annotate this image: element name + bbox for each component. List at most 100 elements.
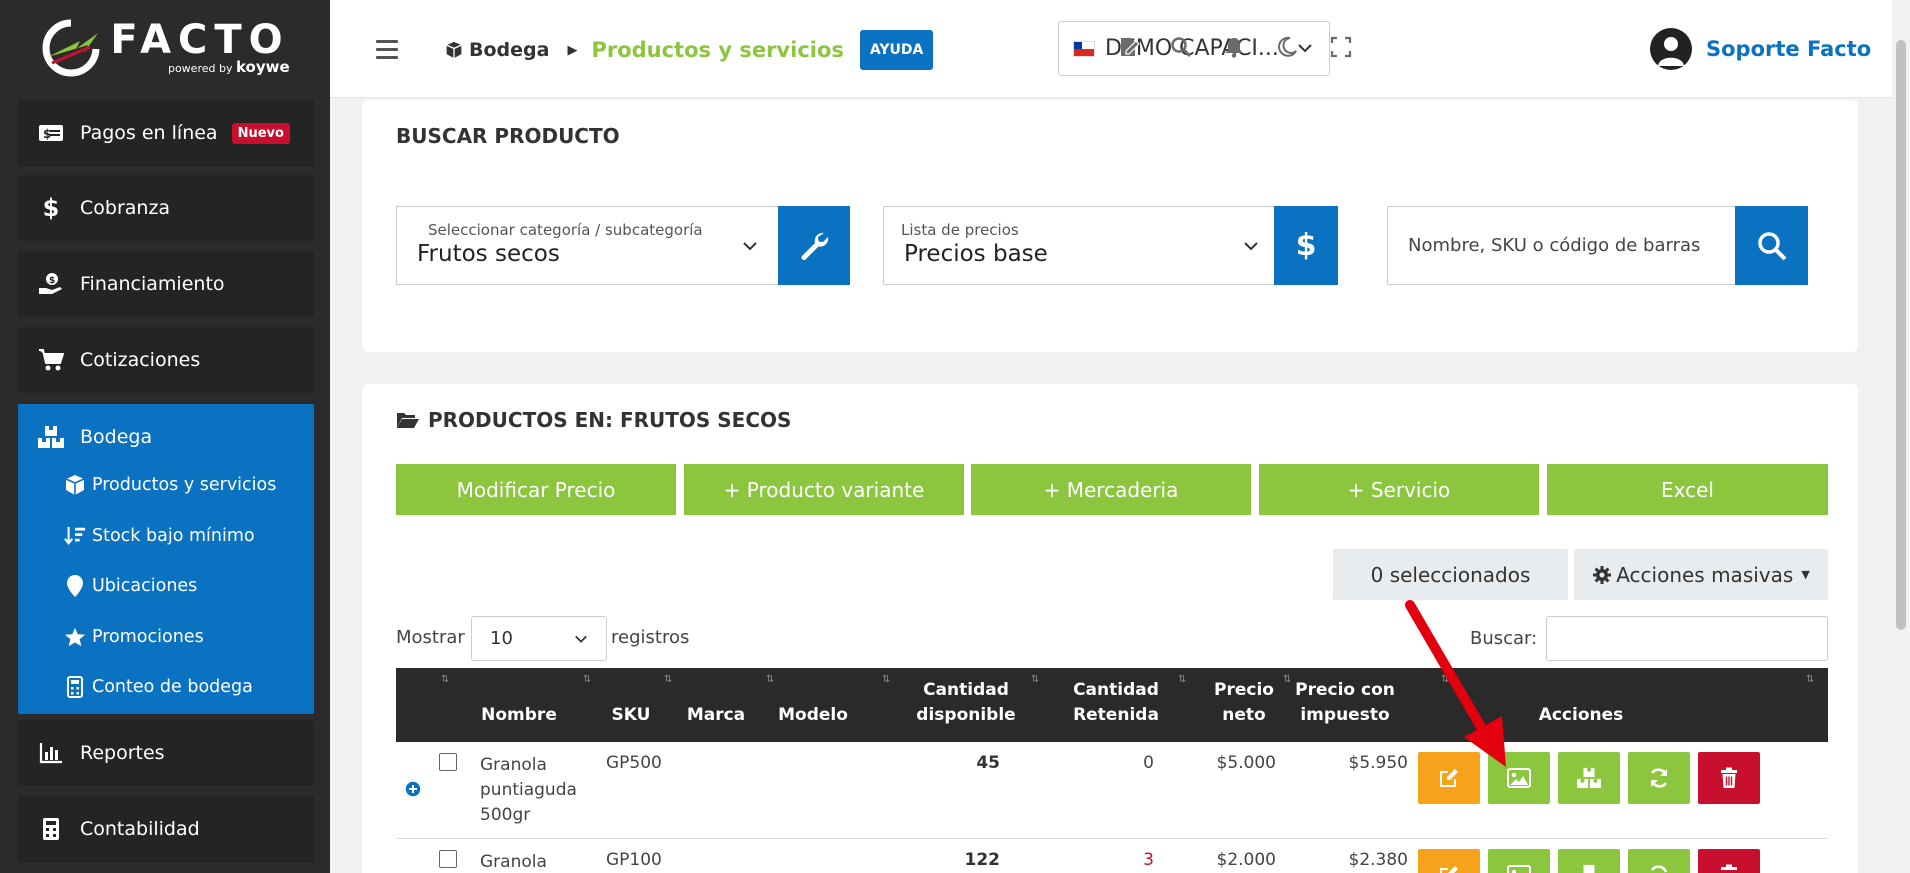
- stock-button[interactable]: [1558, 752, 1620, 804]
- delete-button[interactable]: [1698, 849, 1760, 873]
- calculator-icon: [64, 676, 86, 698]
- pricelist-dollar-button[interactable]: $: [1274, 206, 1338, 285]
- new-badge: Nuevo: [231, 122, 290, 144]
- sidebar-item-label: Pagos en línea: [80, 122, 218, 144]
- table-search-input[interactable]: [1546, 616, 1828, 661]
- sidebar-item-contabilidad[interactable]: Contabilidad: [18, 796, 314, 862]
- fullscreen-icon[interactable]: [1330, 36, 1352, 58]
- sidebar-subitem-ubicaciones[interactable]: Ubicaciones: [64, 566, 197, 606]
- breadcrumb-root[interactable]: Bodega: [445, 39, 549, 61]
- col-marca[interactable]: Marca: [676, 678, 756, 728]
- sidebar-subitem-label: Promociones: [92, 627, 204, 647]
- dollar-icon: $: [42, 194, 60, 222]
- caret-right-icon: ▶: [567, 42, 578, 58]
- scrollbar-thumb[interactable]: [1896, 40, 1906, 630]
- sync-button[interactable]: [1628, 849, 1690, 873]
- sidebar-subitem-conteo[interactable]: Conteo de bodega: [64, 667, 253, 707]
- col-nombre[interactable]: Nombre: [464, 678, 574, 728]
- col-cantidad-disponible[interactable]: Cantidad disponible: [916, 678, 1016, 728]
- sidebar-item-reportes[interactable]: Reportes: [18, 720, 314, 786]
- folder-open-icon: [397, 413, 419, 428]
- delete-button[interactable]: [1698, 752, 1760, 804]
- col-modelo[interactable]: Modelo: [773, 678, 853, 728]
- user-menu[interactable]: Soporte Facto: [1650, 28, 1871, 70]
- user-name: Soporte Facto: [1706, 37, 1872, 61]
- sort-icon[interactable]: ⇅: [882, 674, 890, 685]
- page-size-value: 10: [490, 628, 513, 649]
- sort-icon[interactable]: ⇅: [1031, 674, 1039, 685]
- sidebar-item-financiamiento[interactable]: $ Financiamiento: [18, 251, 314, 317]
- sidebar-subitem-label: Stock bajo mínimo: [92, 526, 255, 546]
- product-name[interactable]: Granola puntiaguda 500gr: [480, 753, 577, 828]
- search-product-card: BUSCAR PRODUCTO Seleccionar categoría / …: [362, 100, 1858, 352]
- col-precio-impuesto[interactable]: Precio con impuesto: [1290, 678, 1400, 728]
- pricelist-value: Precios base: [904, 241, 1048, 267]
- sync-button[interactable]: [1628, 752, 1690, 804]
- images-button[interactable]: [1488, 849, 1550, 873]
- top-header: Bodega ▶ Productos y servicios AYUDA DEM…: [330, 0, 1910, 98]
- sidebar-item-pagos[interactable]: $ Pagos en línea Nuevo: [18, 100, 314, 166]
- help-button[interactable]: AYUDA: [859, 30, 934, 70]
- sidebar-item-cotizaciones[interactable]: Cotizaciones: [18, 327, 314, 393]
- bulk-actions-button[interactable]: Acciones masivas ▼: [1574, 549, 1828, 600]
- excel-button[interactable]: Excel: [1547, 464, 1828, 515]
- category-settings-button[interactable]: [778, 206, 850, 285]
- expand-plus-icon[interactable]: [404, 780, 422, 798]
- net-price: $2.000: [1216, 850, 1276, 870]
- search-card-title: BUSCAR PRODUCTO: [396, 124, 620, 148]
- col-precio-neto[interactable]: Precio neto: [1209, 678, 1279, 728]
- category-select[interactable]: Seleccionar categoría / subcategoría Fru…: [396, 206, 779, 285]
- add-service-button[interactable]: + Servicio: [1259, 464, 1539, 515]
- annotation-arrow-icon: [1405, 600, 1506, 767]
- cart-icon: [34, 348, 68, 372]
- net-price: $5.000: [1216, 753, 1276, 773]
- search-icon[interactable]: [1170, 36, 1192, 58]
- sidebar-item-bodega[interactable]: Bodega: [18, 404, 314, 470]
- logo[interactable]: FACTO powered by koywe: [0, 0, 330, 96]
- add-merchandise-button[interactable]: + Mercaderia: [971, 464, 1251, 515]
- add-variant-button[interactable]: + Producto variante: [684, 464, 964, 515]
- sidebar-item-cobranza[interactable]: $ Cobranza: [18, 175, 314, 241]
- svg-text:$: $: [49, 276, 55, 286]
- records-label: registros: [611, 627, 690, 648]
- product-name[interactable]: Granola: [480, 850, 547, 873]
- image-icon: [1507, 865, 1531, 873]
- hand-holding-dollar-icon: $: [34, 272, 68, 296]
- row-checkbox[interactable]: [439, 753, 457, 771]
- show-label: Mostrar: [396, 627, 465, 648]
- sort-icon[interactable]: ⇅: [1806, 674, 1814, 685]
- table-row: Granola puntiaguda 500gr GP500 45 0 $5.0…: [396, 742, 1828, 839]
- search-input[interactable]: Nombre, SKU o código de barras: [1387, 206, 1737, 285]
- scrollbar[interactable]: [1892, 0, 1910, 873]
- sort-icon[interactable]: ⇅: [583, 674, 591, 685]
- sidebar-subitem-stock[interactable]: Stock bajo mínimo: [64, 516, 255, 556]
- sort-icon[interactable]: ⇅: [1178, 674, 1186, 685]
- sidebar-item-label: Cobranza: [80, 197, 171, 219]
- sort-icon[interactable]: ⇅: [664, 674, 672, 685]
- pricelist-select[interactable]: Lista de precios Precios base: [883, 206, 1280, 285]
- modify-price-button[interactable]: Modificar Precio: [396, 464, 676, 515]
- page-size-select[interactable]: 10: [471, 616, 607, 661]
- edit-document-icon[interactable]: [1118, 36, 1140, 58]
- gear-icon: [1593, 565, 1612, 584]
- search-placeholder: Nombre, SKU o código de barras: [1408, 235, 1701, 256]
- chevron-down-icon: [1244, 242, 1258, 251]
- product-sku: GP100: [606, 850, 662, 870]
- edit-icon: [1440, 866, 1458, 873]
- sidebar-item-label: Bodega: [80, 426, 153, 448]
- sync-icon: [1650, 865, 1668, 873]
- sidebar-subitem-label: Ubicaciones: [92, 576, 198, 596]
- row-checkbox[interactable]: [439, 850, 457, 868]
- sidebar-subitem-productos[interactable]: Productos y servicios: [64, 465, 276, 505]
- sort-icon[interactable]: ⇅: [441, 674, 449, 685]
- stock-button[interactable]: [1558, 849, 1620, 873]
- sidebar-subitem-promociones[interactable]: Promociones: [64, 617, 204, 657]
- breadcrumb: Bodega ▶ Productos y servicios AYUDA: [445, 30, 934, 70]
- search-button[interactable]: [1735, 206, 1808, 285]
- edit-product-button[interactable]: [1418, 849, 1480, 873]
- col-cantidad-retenida[interactable]: Cantidad Retenida: [1061, 678, 1171, 728]
- menu-toggle-icon[interactable]: [376, 40, 398, 64]
- col-sku[interactable]: SKU: [601, 678, 661, 728]
- moon-icon[interactable]: [1276, 36, 1298, 58]
- bell-icon[interactable]: [1223, 36, 1245, 58]
